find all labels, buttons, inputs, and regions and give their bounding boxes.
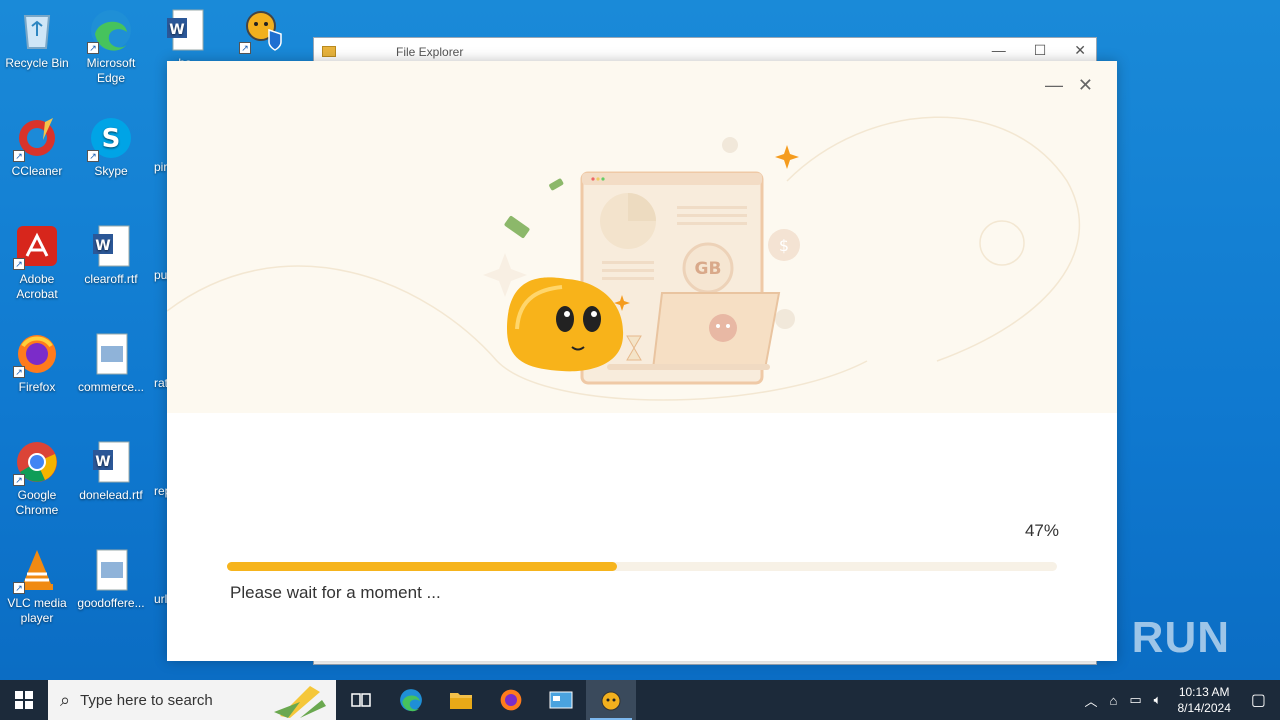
desktop-icon-chrome[interactable]: ↗ Google Chrome: [0, 440, 76, 518]
desktop-icon-edge[interactable]: ↗ Microsoft Edge: [72, 8, 150, 86]
taskbar-firefox[interactable]: [486, 680, 536, 720]
installer-window[interactable]: $ GB — ✕ 47% Please wait for a moment ..…: [166, 61, 1117, 661]
maximize-icon[interactable]: ☐: [1034, 42, 1047, 59]
status-text: Please wait for a moment ...: [230, 583, 441, 602]
acrobat-icon: ↗: [13, 224, 59, 270]
chrome-icon: ↗: [13, 440, 59, 486]
word-doc-icon: W: [89, 224, 133, 268]
icon-label: Adobe Acrobat: [16, 272, 58, 301]
desktop-icon-commerce[interactable]: commerce...: [72, 332, 150, 395]
image-file-icon: [89, 548, 133, 592]
svg-text:W: W: [95, 454, 110, 470]
skype-icon: S ↗: [87, 116, 133, 162]
taskbar-file-explorer[interactable]: [436, 680, 486, 720]
control-panel-icon: [549, 691, 573, 709]
folder-icon: [450, 693, 472, 709]
icon-label: Recycle Bin: [5, 56, 69, 70]
svg-text:GB: GB: [695, 259, 722, 279]
vlc-icon: ↗: [13, 548, 59, 594]
windows-logo-icon: [15, 691, 33, 709]
svg-text:W: W: [169, 22, 184, 38]
svg-text:W: W: [95, 238, 110, 254]
icon-label: VLC media player: [7, 596, 67, 625]
desktop-icon-recycle-bin[interactable]: Recycle Bin: [0, 8, 76, 71]
svg-text:$: $: [779, 236, 789, 255]
desktop-icon-skype[interactable]: S ↗ Skype: [72, 116, 150, 179]
device-icon[interactable]: ⌂: [1110, 693, 1118, 708]
edge-icon: [400, 689, 422, 712]
word-doc-icon: W: [163, 8, 207, 52]
minimize-icon[interactable]: —: [1045, 75, 1063, 96]
search-icon: ⌕: [60, 689, 71, 710]
task-view-icon: [351, 693, 371, 707]
icon-label: Firefox: [18, 380, 56, 394]
image-file-icon: [89, 332, 133, 376]
icon-label: clearoff.rtf: [84, 272, 138, 286]
desktop-icon-firefox[interactable]: ↗ Firefox: [0, 332, 76, 395]
firefox-icon: [500, 689, 522, 711]
taskbar-installer[interactable]: [586, 680, 636, 720]
desktop-icon-acrobat[interactable]: ↗ Adobe Acrobat: [0, 224, 76, 302]
clock-time: 10:13 AM: [1178, 685, 1230, 699]
task-view-button[interactable]: [336, 680, 386, 720]
svg-text:S: S: [102, 124, 121, 154]
corn-decoration-icon: [274, 686, 326, 718]
desktop-icon-vlc[interactable]: ↗ VLC media player: [0, 548, 76, 626]
taskbar: ⌕ Type here to search ︿ ⌂ ▭ 🔈︎ 10:13 AM …: [0, 680, 1280, 720]
clock[interactable]: 10:13 AM 8/14/2024: [1177, 684, 1230, 716]
network-icon[interactable]: ▭: [1129, 692, 1141, 708]
clock-date: 8/14/2024: [1177, 701, 1231, 715]
icon-label: donelead.rtf: [79, 488, 143, 502]
minimize-icon[interactable]: —: [992, 42, 1006, 59]
search-placeholder: Type here to search: [80, 691, 213, 709]
icon-label: Skype: [94, 164, 128, 178]
word-doc-icon: W: [89, 440, 133, 484]
desktop-icon-ccleaner[interactable]: ↗ CCleaner: [0, 116, 76, 179]
watermark-logo: ANY ▷ RUN: [975, 613, 1230, 662]
taskbar-control-panel[interactable]: [536, 680, 586, 720]
notification-icon[interactable]: ▢: [1251, 690, 1266, 710]
installer-shield-icon: ↗: [239, 8, 285, 54]
desktop-icon-clearoff[interactable]: W clearoff.rtf: [72, 224, 150, 287]
progress-percent: 47%: [1024, 521, 1059, 540]
ccleaner-icon: ↗: [13, 116, 59, 162]
icon-label: Google Chrome: [15, 488, 59, 517]
system-tray: ︿ ⌂ ▭ 🔈︎ 10:13 AM 8/14/2024 ▢: [1079, 680, 1280, 720]
chevron-up-icon[interactable]: ︿: [1085, 691, 1098, 710]
edge-icon: ↗: [87, 8, 133, 54]
folder-icon: [322, 46, 336, 57]
desktop-icon-installer[interactable]: ↗: [224, 8, 302, 56]
close-icon[interactable]: ✕: [1078, 75, 1093, 96]
taskbar-edge[interactable]: [386, 680, 436, 720]
progress-bar-fill: [227, 562, 618, 571]
desktop-icon-donelead[interactable]: W donelead.rtf: [72, 440, 150, 503]
icon-label: Microsoft Edge: [86, 56, 136, 85]
start-button[interactable]: [0, 680, 48, 720]
search-box[interactable]: ⌕ Type here to search: [48, 680, 336, 720]
desktop-icon-goodoffere[interactable]: goodoffere...: [72, 548, 150, 611]
close-icon[interactable]: ✕: [1074, 42, 1086, 59]
recycle-bin-icon: [15, 8, 59, 52]
hero-illustration: $ GB: [166, 61, 1117, 413]
illustration-svg: $ GB: [166, 116, 1081, 401]
icon-label: CCleaner: [11, 164, 63, 178]
progress-bar: [227, 562, 1057, 571]
installer-mascot-icon: [601, 691, 621, 711]
icon-label: commerce...: [77, 380, 144, 394]
explorer-title: File Explorer: [396, 44, 464, 59]
volume-icon[interactable]: 🔈︎: [1154, 692, 1162, 708]
firefox-icon: ↗: [13, 332, 59, 378]
icon-label: goodoffere...: [77, 596, 145, 610]
